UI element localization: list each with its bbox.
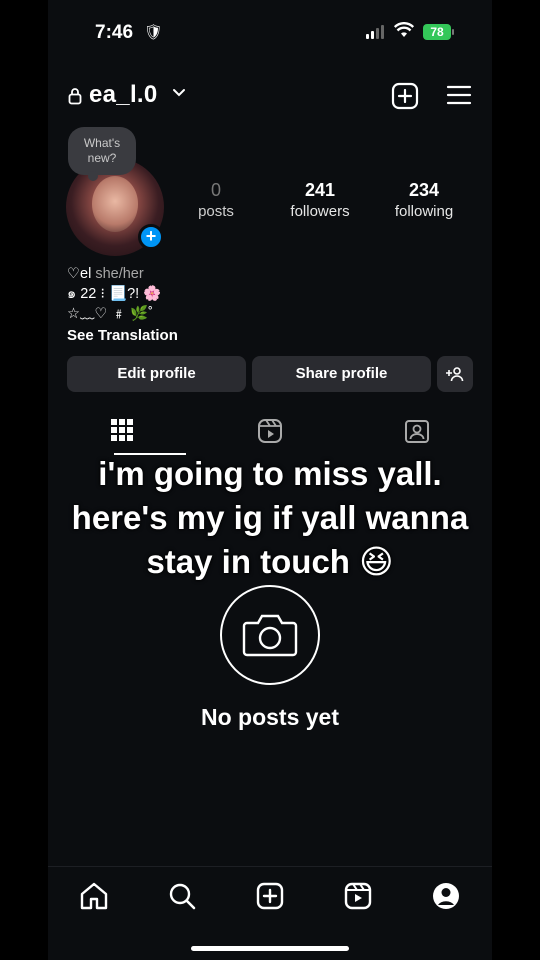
reels-icon[interactable] (257, 418, 283, 444)
battery-indicator: 78 (423, 24, 454, 40)
create-icon[interactable] (254, 880, 286, 912)
stat-value: 234 (408, 180, 440, 200)
status-time: 7:46 (95, 22, 134, 43)
caption-line: i'm going to miss yall. (98, 455, 442, 492)
empty-state-text: No posts yet (200, 704, 340, 730)
home-indicator[interactable] (191, 946, 349, 951)
signal-icon (366, 25, 384, 39)
hamburger-icon[interactable] (446, 84, 472, 106)
grid-icon[interactable] (110, 418, 134, 442)
stat-posts[interactable]: 0 posts (171, 180, 261, 220)
add-person-icon (446, 367, 464, 382)
stat-followers[interactable]: 241 followers (275, 180, 365, 220)
stat-label: following (394, 203, 454, 220)
edit-profile-button[interactable]: Edit profile (67, 356, 246, 392)
add-person-button[interactable] (437, 356, 473, 392)
reels-nav-icon[interactable] (342, 880, 374, 912)
share-profile-button[interactable]: Share profile (252, 356, 431, 392)
bio-line: ☆﹏♡ ﹟ 🌿˚ (67, 306, 153, 322)
bio-line: ๑ 22 ⁝ 📃?! 🌸 (67, 286, 162, 302)
search-icon[interactable] (166, 880, 198, 912)
add-story-icon[interactable]: + (138, 224, 164, 250)
profile-icon[interactable] (430, 880, 462, 912)
stat-value: 241 (304, 180, 336, 200)
username[interactable]: ea_l.0 (89, 81, 158, 109)
stat-label: posts (198, 203, 234, 220)
stat-label: followers (290, 203, 350, 220)
chevron-down-icon[interactable] (172, 88, 186, 98)
bio-name-line: ♡el she/her (67, 264, 367, 284)
status-glyph: 🛡 (144, 24, 164, 41)
see-translation-link[interactable]: See Translation (67, 327, 178, 344)
caption-line: here's my ig if yall wanna (71, 499, 469, 536)
caption-line: stay in touch 😆 (146, 543, 394, 580)
bio-name: ♡el (67, 266, 92, 282)
stat-following[interactable]: 234 following (379, 180, 469, 220)
bio: ♡el she/her ๑ 22 ⁝ 📃?! 🌸 ☆﹏♡ ﹟ 🌿˚ (67, 264, 367, 324)
overlay-caption: i'm going to miss yall. here's my ig if … (48, 452, 492, 584)
profile-header: ea_l.0 (48, 78, 492, 114)
status-bar: 7:46 🛡 78 (48, 0, 492, 64)
tagged-icon[interactable] (404, 418, 430, 444)
camera-icon (220, 585, 320, 685)
stat-value: 0 (210, 180, 221, 200)
avatar-face (92, 176, 138, 232)
note-bubble[interactable]: What's new? (68, 127, 136, 181)
add-square-icon[interactable] (391, 82, 419, 110)
wifi-icon (394, 22, 414, 37)
home-icon[interactable] (78, 880, 110, 912)
phone-screen: 7:46 🛡 78 ea_l.0 What's new? + 0 posts 2… (48, 0, 492, 960)
lock-icon (68, 88, 82, 105)
bio-pronouns: she/her (95, 266, 144, 282)
bottom-nav (48, 866, 492, 960)
